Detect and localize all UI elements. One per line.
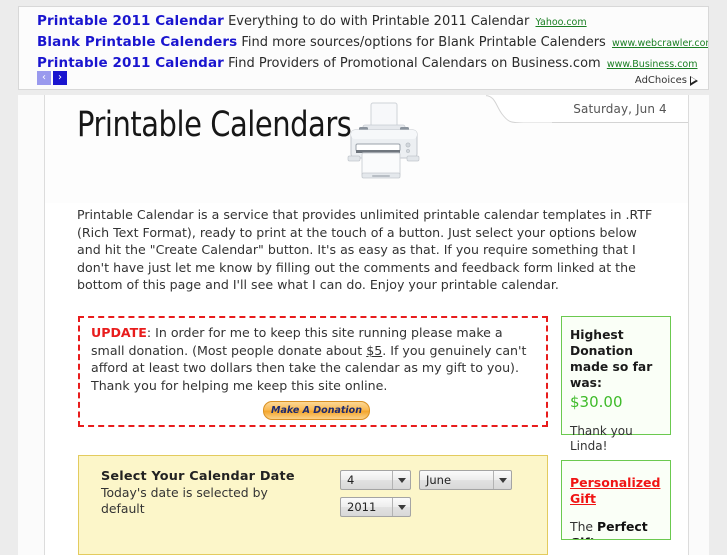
todays-date-label: Saturday, Jun 4 — [573, 101, 667, 116]
sidebar: Highest Donation made so far was: $30.00… — [561, 316, 671, 540]
page-content: Printable Calendars Saturday, Jun 4 Prin… — [44, 95, 689, 555]
intro-paragraph: Printable Calendar is a service that pro… — [77, 207, 653, 292]
highest-donation-amount: $30.00 — [570, 393, 623, 411]
todays-date-tab: Saturday, Jun 4 — [552, 95, 688, 123]
day-select[interactable]: 4 — [340, 470, 411, 490]
month-select[interactable]: June — [419, 470, 512, 490]
update-notice-text: UPDATE: In order for me to keep this sit… — [91, 324, 537, 394]
page-shell: Printable Calendars Saturday, Jun 4 Prin… — [18, 95, 709, 555]
printer-icon — [347, 102, 420, 179]
site-header: Printable Calendars Saturday, Jun 4 — [45, 95, 688, 203]
highest-donation-heading: Highest Donation made so far was: — [570, 328, 653, 390]
make-a-donation-label: Make A Donation — [271, 405, 362, 416]
ad-row[interactable]: Printable 2011 Calendar Everything to do… — [19, 7, 708, 32]
chevron-down-icon[interactable] — [493, 471, 511, 489]
ad-row[interactable]: Blank Printable Calenders Find more sour… — [19, 32, 708, 53]
ad-description: Find Providers of Promotional Calendars … — [228, 56, 601, 71]
form-subtext: Today's date is selected by default — [101, 485, 268, 516]
ad-title-link[interactable]: Printable 2011 Calendar — [37, 55, 224, 71]
chevron-left-icon[interactable]: ‹ — [37, 71, 51, 85]
chevron-down-icon[interactable] — [392, 498, 410, 516]
ad-row[interactable]: Printable 2011 Calendar Find Providers o… — [19, 53, 708, 74]
ad-description: Everything to do with Printable 2011 Cal… — [228, 14, 530, 29]
ad-url-link[interactable]: www.webcrawler.com — [612, 38, 708, 49]
personalized-gift-card: Personalized Gift The Perfect Gift — [561, 460, 671, 540]
year-select-value: 2011 — [347, 500, 377, 514]
update-label: UPDATE — [91, 325, 147, 340]
ad-description: Find more sources/options for Blank Prin… — [241, 35, 606, 50]
personalized-gift-description: The Perfect Gift — [570, 519, 662, 539]
adchoices-label: AdChoices — [634, 75, 687, 86]
adchoices-button[interactable]: AdChoices — [635, 75, 700, 86]
highest-donation-card: Highest Donation made so far was: $30.00… — [561, 316, 671, 453]
ad-title-link[interactable]: Printable 2011 Calendar — [37, 13, 224, 29]
donation-thank-you: Thank you Linda! — [570, 424, 633, 453]
sponsored-ads-block: Printable 2011 Calendar Everything to do… — [18, 6, 709, 90]
month-select-value: June — [426, 473, 452, 487]
ad-url-link[interactable]: Yahoo.com — [536, 17, 587, 28]
page-title: Printable Calendars — [77, 105, 352, 145]
date-tab-curve — [486, 95, 552, 123]
ad-title-link[interactable]: Blank Printable Calenders — [37, 34, 237, 50]
form-heading: Select Your Calendar Date — [101, 469, 295, 484]
adchoices-triangle-icon — [690, 75, 700, 86]
ad-pagination: ‹ › — [37, 71, 67, 85]
personalized-gift-link[interactable]: Personalized Gift — [570, 475, 662, 507]
chevron-down-icon[interactable] — [392, 471, 410, 489]
make-a-donation-button[interactable]: Make A Donation — [263, 401, 370, 420]
form-label-block: Select Your Calendar Date Today's date i… — [101, 469, 301, 517]
year-select[interactable]: 2011 — [340, 497, 411, 517]
day-select-value: 4 — [347, 473, 355, 487]
suggested-donation-amount: $5 — [366, 342, 383, 358]
calendar-date-form: Select Your Calendar Date Today's date i… — [78, 455, 548, 555]
gift-desc-prefix: The — [570, 519, 597, 534]
chevron-right-icon[interactable]: › — [53, 71, 67, 85]
ad-url-link[interactable]: www.Business.com — [607, 59, 698, 70]
update-notice-box: UPDATE: In order for me to keep this sit… — [78, 316, 548, 427]
